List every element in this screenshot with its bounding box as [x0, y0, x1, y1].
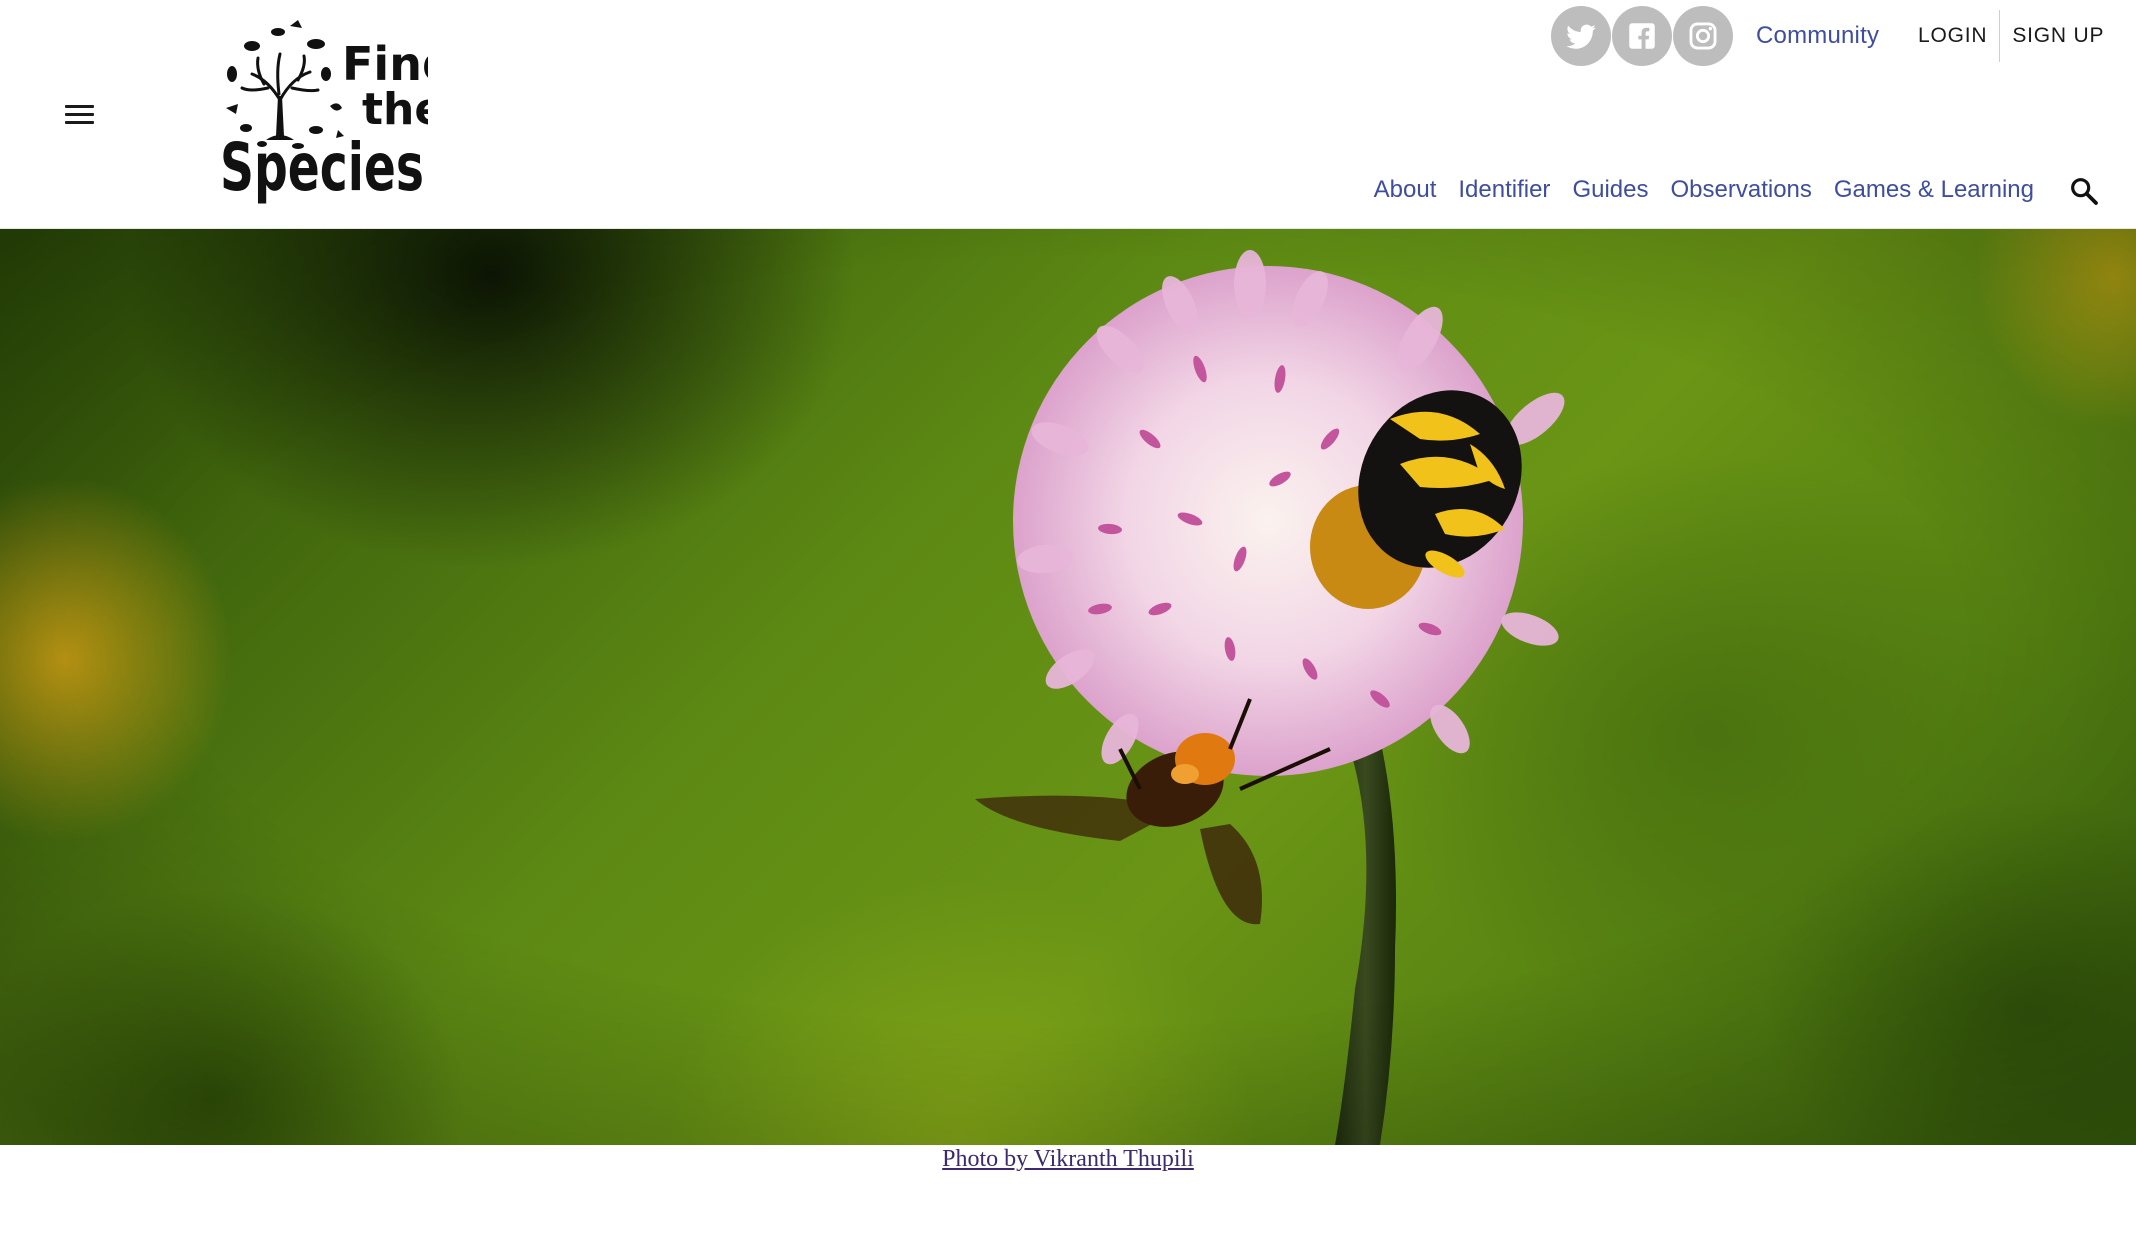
auth-links: LOGIN SIGN UP [1906, 10, 2116, 62]
photo-credit-link[interactable]: Photo by Vikranth Thupili [942, 1146, 1194, 1172]
menu-bar [65, 112, 94, 116]
photo-credit-caption: Photo by Vikranth Thupili [0, 1145, 2136, 1173]
facebook-icon[interactable] [1612, 6, 1672, 66]
instagram-icon[interactable] [1673, 6, 1733, 66]
main-navigation: About Identifier Guides Observations Gam… [1374, 176, 2034, 204]
social-links [1551, 6, 1733, 66]
flower-insects-illustration [0, 229, 2136, 1145]
search-glyph [2071, 178, 2098, 205]
logo-text-the: the [362, 84, 428, 135]
nav-guides[interactable]: Guides [1572, 176, 1648, 204]
site-header: Find the Species Community LOGIN SIG [0, 0, 2136, 229]
signup-link[interactable]: SIGN UP [2000, 10, 2116, 62]
nav-identifier[interactable]: Identifier [1458, 176, 1550, 204]
nav-about[interactable]: About [1374, 176, 1437, 204]
logo-text-find: Find [342, 37, 428, 91]
hamburger-menu-icon[interactable] [60, 98, 100, 130]
twitter-glyph [1566, 24, 1596, 49]
twitter-icon[interactable] [1551, 6, 1611, 66]
logo-text-species: Species [220, 129, 424, 206]
nav-games-learning[interactable]: Games & Learning [1834, 176, 2034, 204]
facebook-glyph [1629, 23, 1655, 49]
hero-photo [0, 229, 2136, 1145]
nav-observations[interactable]: Observations [1670, 176, 1811, 204]
community-link[interactable]: Community [1756, 22, 1879, 50]
login-link[interactable]: LOGIN [1906, 10, 1999, 62]
search-icon[interactable] [2068, 175, 2100, 207]
find-the-species-logo: Find the Species [220, 20, 428, 206]
instagram-glyph [1689, 22, 1717, 50]
site-logo[interactable]: Find the Species [218, 18, 428, 208]
menu-bar [65, 104, 94, 108]
menu-bar [65, 120, 94, 124]
